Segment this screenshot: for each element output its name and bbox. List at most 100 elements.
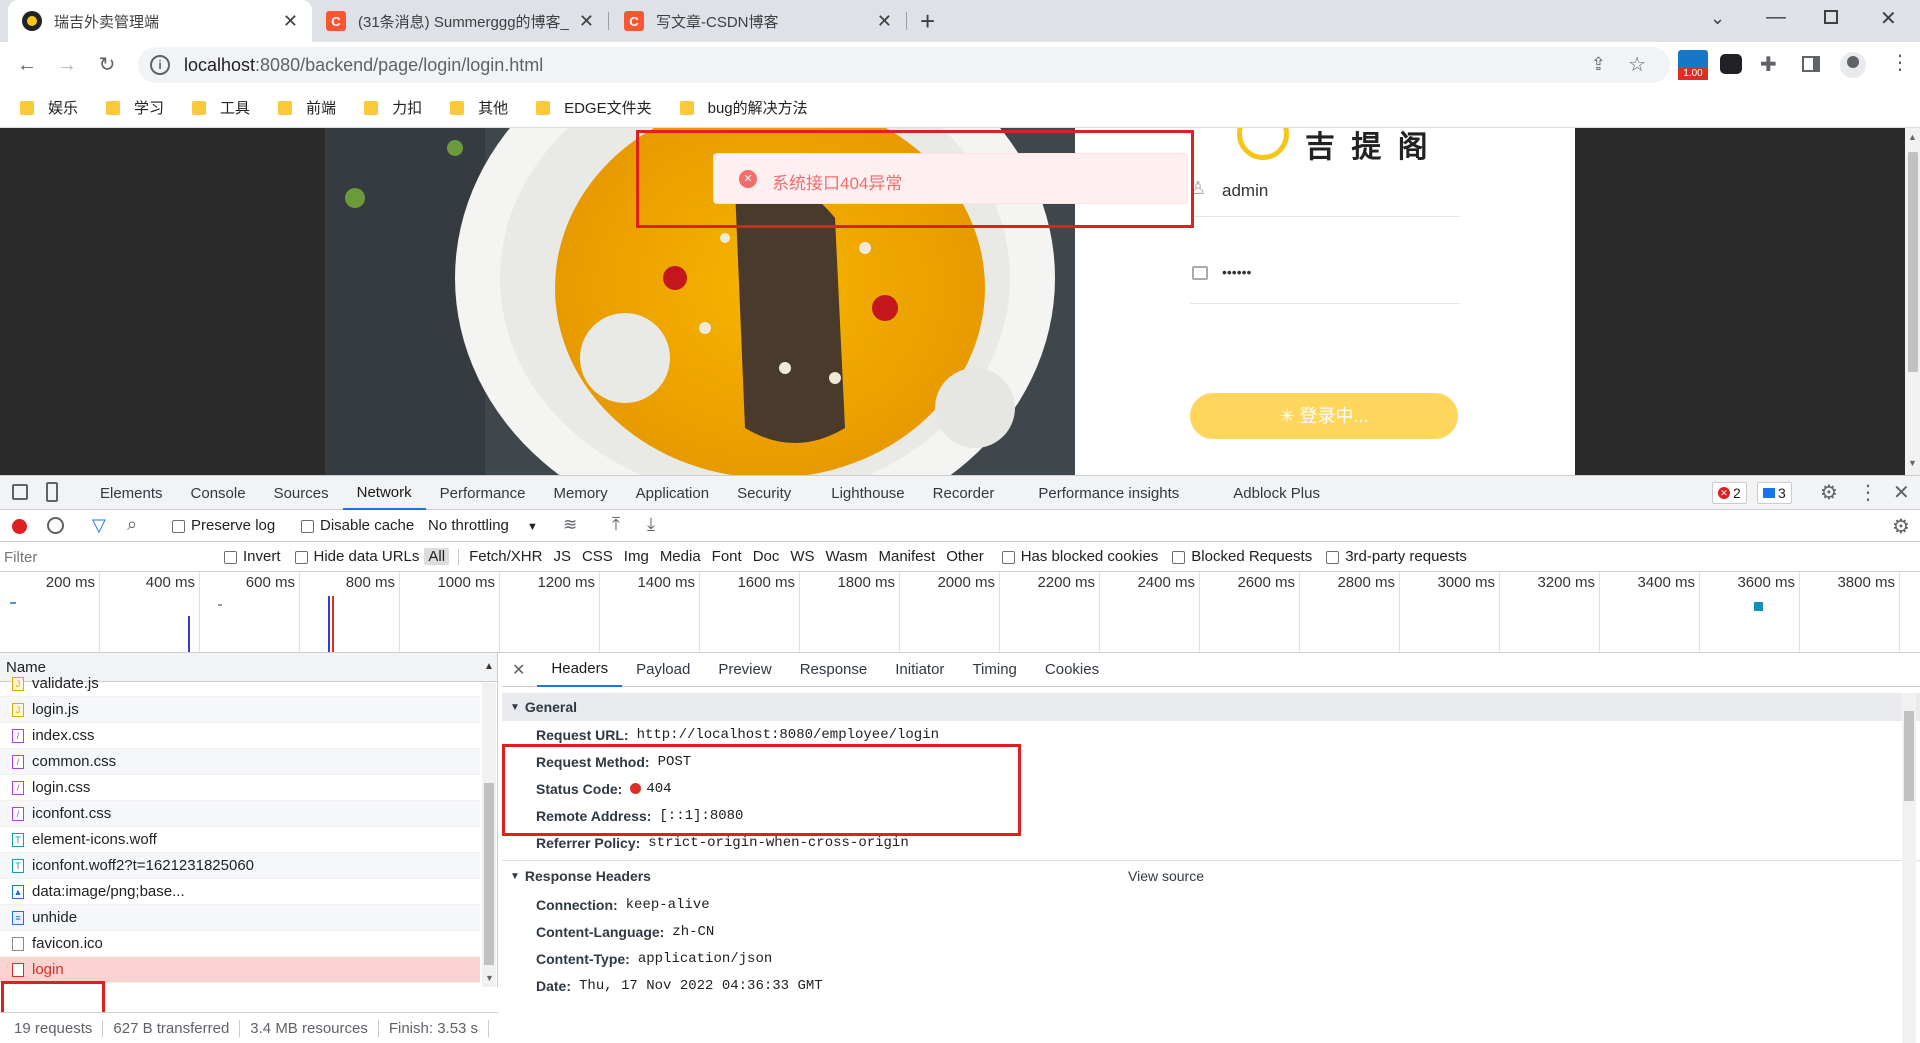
third-party-checkbox[interactable]: 3rd-party requests (1326, 548, 1467, 565)
device-toolbar-icon[interactable] (46, 482, 58, 502)
record-icon[interactable] (12, 519, 27, 534)
blocked-cookies-checkbox[interactable]: Has blocked cookies (1001, 548, 1158, 565)
request-row[interactable]: / common.css (0, 749, 480, 775)
bookmark-folder[interactable]: 娱乐 (20, 97, 78, 118)
more-options-icon[interactable]: ⋮ (1858, 480, 1878, 505)
request-row[interactable]: / index.css (0, 723, 480, 749)
close-details-icon[interactable]: ✕ (502, 660, 537, 680)
detail-tab-response[interactable]: Response (786, 653, 882, 686)
throttling-select[interactable]: No throttling ▼ (428, 517, 538, 534)
response-headers-section-header[interactable]: ▼ Response Headers View source (502, 861, 1920, 891)
view-source-link[interactable]: View source (1128, 868, 1204, 884)
disable-cache-checkbox[interactable]: Disable cache (301, 517, 414, 534)
bookmark-folder[interactable]: 工具 (192, 97, 250, 118)
new-tab-button[interactable]: + (920, 6, 935, 37)
scrollbar-thumb[interactable] (1904, 711, 1914, 801)
scrollbar-thumb[interactable] (1908, 152, 1918, 372)
close-tab-icon[interactable]: ✕ (877, 11, 892, 32)
devtools-tab-performance-insights[interactable]: Performance insights (1024, 476, 1219, 510)
details-scrollbar[interactable] (1902, 693, 1916, 1043)
devtools-tab-lighthouse[interactable]: Lighthouse (817, 476, 918, 510)
detail-tab-initiator[interactable]: Initiator (881, 653, 958, 686)
bookmark-folder[interactable]: EDGE文件夹 (536, 97, 652, 118)
devtools-tab-console[interactable]: Console (177, 476, 260, 510)
request-row[interactable]: ≡ unhide (0, 905, 480, 931)
minimize-button[interactable]: — (1766, 6, 1786, 29)
detail-tab-cookies[interactable]: Cookies (1031, 653, 1113, 686)
request-row[interactable]: Ticonfont.woff2?t=1621231825060 (0, 853, 480, 879)
devtools-tab-recorder[interactable]: Recorder (919, 476, 1025, 510)
filter-funnel-icon[interactable]: ▽ (92, 515, 106, 536)
reload-button[interactable]: ↻ (94, 52, 120, 78)
extension-icon[interactable]: 1.00 (1678, 50, 1708, 80)
hide-data-urls-checkbox[interactable]: Hide data URLs (294, 548, 419, 565)
browser-tab-active[interactable]: 瑞吉外卖管理端 ✕ (8, 0, 312, 42)
devtools-tab-elements[interactable]: Elements (86, 476, 177, 510)
bookmark-folder[interactable]: 其他 (450, 97, 508, 118)
request-row[interactable]: / login.css (0, 775, 480, 801)
filter-type-wasm[interactable]: Wasm (822, 548, 872, 565)
filter-type-css[interactable]: CSS (578, 548, 617, 565)
extensions-puzzle-icon[interactable]: ✚ (1760, 52, 1777, 77)
filter-type-all[interactable]: All (424, 548, 450, 565)
devtools-tab-performance[interactable]: Performance (426, 476, 540, 510)
search-icon[interactable]: ⌕ (127, 514, 137, 535)
filter-type-img[interactable]: Img (620, 548, 653, 565)
close-tab-icon[interactable]: ✕ (283, 11, 298, 32)
filter-type-other[interactable]: Other (942, 548, 988, 565)
filter-type-doc[interactable]: Doc (749, 548, 784, 565)
filter-type-ws[interactable]: WS (786, 548, 818, 565)
bookmark-folder[interactable]: 学习 (106, 97, 164, 118)
request-row[interactable]: ▲ data:image/png;base... (0, 879, 480, 905)
browser-tab[interactable]: C (31条消息) Summerggg的博客_ ✕ (312, 0, 608, 42)
network-conditions-icon[interactable]: ≋ (563, 515, 577, 535)
network-settings-icon[interactable]: ⚙ (1892, 514, 1910, 539)
close-window-button[interactable]: ✕ (1880, 6, 1897, 31)
invert-checkbox[interactable]: Invert (224, 548, 281, 565)
filter-type-xhr[interactable]: Fetch/XHR (465, 548, 546, 565)
password-input[interactable]: •••••• (1222, 264, 1251, 280)
request-row[interactable]: favicon.ico (0, 931, 480, 957)
login-button[interactable]: ✳ 登录中... (1190, 393, 1458, 439)
chrome-menu-icon[interactable]: ⋮ (1890, 50, 1910, 75)
close-devtools-icon[interactable]: ✕ (1893, 480, 1910, 505)
bookmark-folder[interactable]: 前端 (278, 97, 336, 118)
browser-tab[interactable]: C 写文章-CSDN博客 ✕ (610, 0, 906, 42)
filter-type-js[interactable]: JS (549, 548, 575, 565)
request-row[interactable]: Jlogin.js (0, 697, 480, 723)
devtools-tab-network[interactable]: Network (342, 476, 426, 510)
devtools-tab-memory[interactable]: Memory (540, 476, 622, 510)
profile-avatar[interactable] (1840, 52, 1866, 78)
preserve-log-checkbox[interactable]: Preserve log (172, 517, 275, 534)
detail-tab-timing[interactable]: Timing (958, 653, 1030, 686)
request-row[interactable]: Telement-icons.woff (0, 827, 480, 853)
forward-button[interactable]: → (54, 52, 80, 78)
devtools-tab-sources[interactable]: Sources (260, 476, 343, 510)
clear-icon[interactable] (47, 517, 64, 534)
bookmark-star-icon[interactable]: ☆ (1628, 52, 1646, 77)
filter-type-manifest[interactable]: Manifest (875, 548, 940, 565)
requests-scrollbar[interactable]: ▼ (482, 683, 496, 987)
request-row[interactable]: Jvalidate.js (0, 671, 480, 697)
message-counter[interactable]: 3 (1757, 482, 1792, 504)
site-info-icon[interactable]: i (150, 55, 170, 75)
tab-search-icon[interactable]: ⌄ (1710, 8, 1725, 29)
devtools-tab-application[interactable]: Application (622, 476, 723, 510)
timeline-overview[interactable]: 200 ms 400 ms 600 ms 800 ms 1000 ms 1200 ms 14… (0, 572, 1920, 653)
filter-input[interactable] (4, 545, 208, 569)
extension-glasses-icon[interactable] (1720, 54, 1742, 74)
page-scrollbar[interactable]: ▲ ▼ (1905, 128, 1920, 475)
back-button[interactable]: ← (14, 52, 40, 78)
inspect-element-icon[interactable] (12, 484, 28, 500)
request-row[interactable]: / iconfont.css (0, 801, 480, 827)
detail-tab-payload[interactable]: Payload (622, 653, 704, 686)
detail-tab-headers[interactable]: Headers (537, 653, 623, 687)
request-row[interactable]: login (0, 957, 480, 983)
import-har-icon[interactable]: ⤒ (612, 514, 620, 535)
restore-button[interactable] (1824, 10, 1838, 24)
share-icon[interactable]: ⇪ (1591, 54, 1606, 75)
export-har-icon[interactable]: ⤓ (647, 514, 655, 535)
detail-tab-preview[interactable]: Preview (704, 653, 785, 686)
filter-type-font[interactable]: Font (708, 548, 746, 565)
close-tab-icon[interactable]: ✕ (579, 11, 594, 32)
